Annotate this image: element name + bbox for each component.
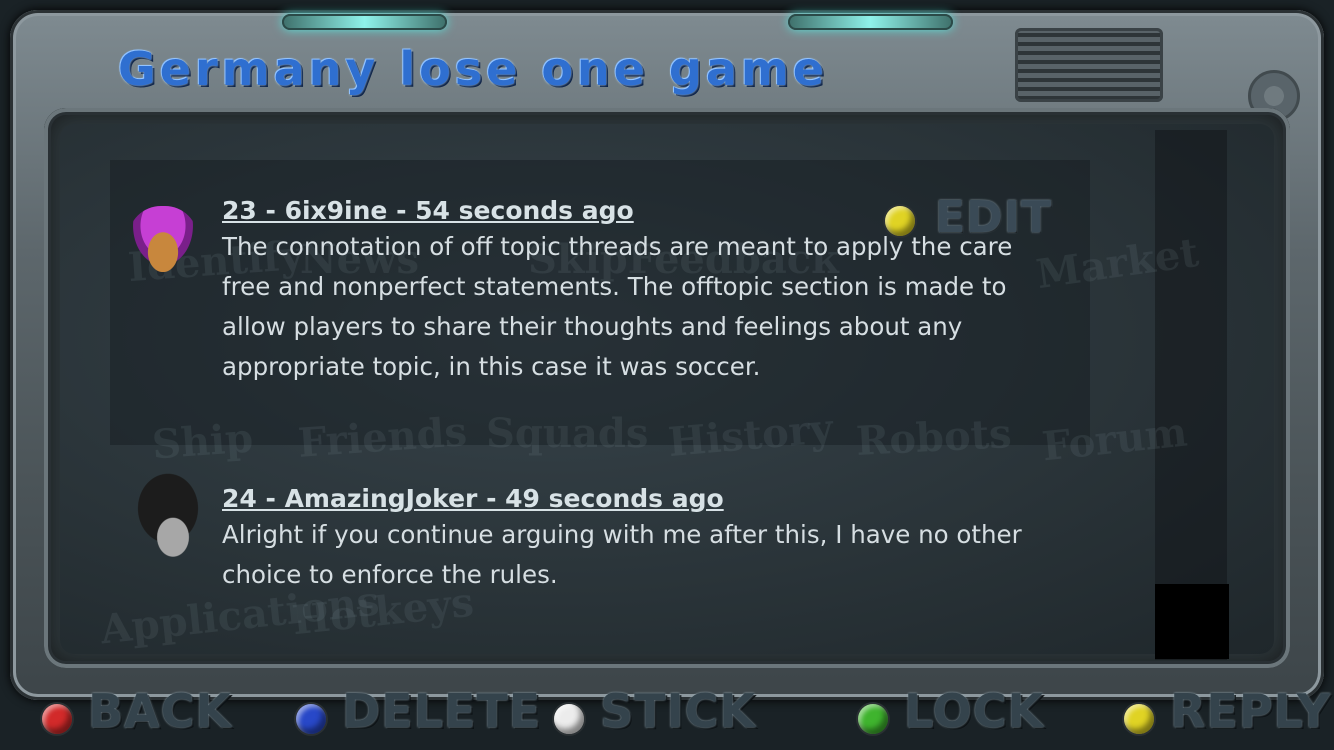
lock-button[interactable]: LOCK [858,684,1043,744]
back-label: BACK [88,684,233,738]
stick-button[interactable]: STICK [554,684,755,744]
bg-word: Squads [486,410,649,457]
delete-button[interactable]: DELETE [296,684,540,744]
black-box [1155,584,1229,659]
lock-label: LOCK [904,684,1045,738]
vent-grille [1015,28,1163,102]
top-light-right [788,14,953,30]
white-dot-icon [554,704,584,734]
delete-label: DELETE [342,684,542,738]
top-light-left [282,14,447,30]
yellow-dot-icon [1124,704,1154,734]
blue-dot-icon [296,704,326,734]
back-button[interactable]: BACK [42,684,232,744]
reply-label: REPLY [1170,684,1332,738]
bg-word: Ship [150,414,255,469]
post-header[interactable]: 24 - AmazingJoker - 49 seconds ago [222,484,1042,513]
thread-title: Germany lose one game [118,42,828,96]
post-body: Alright if you continue arguing with me … [222,520,1022,589]
edit-label: EDIT [935,192,1052,243]
reply-button[interactable]: REPLY [1124,684,1330,744]
edit-button[interactable]: EDIT [885,192,1051,243]
stick-label: STICK [600,684,757,738]
red-dot-icon [42,704,72,734]
forum-post: 24 - AmazingJoker - 49 seconds ago Alrig… [222,484,1042,595]
green-dot-icon [858,704,888,734]
user-avatar[interactable] [118,470,218,566]
scroll-track[interactable] [1155,130,1227,660]
yellow-dot-icon [885,206,915,236]
post-body: The connotation of off topic threads are… [222,232,1013,381]
user-avatar[interactable] [128,206,198,272]
bg-word: Robots [854,409,1013,466]
